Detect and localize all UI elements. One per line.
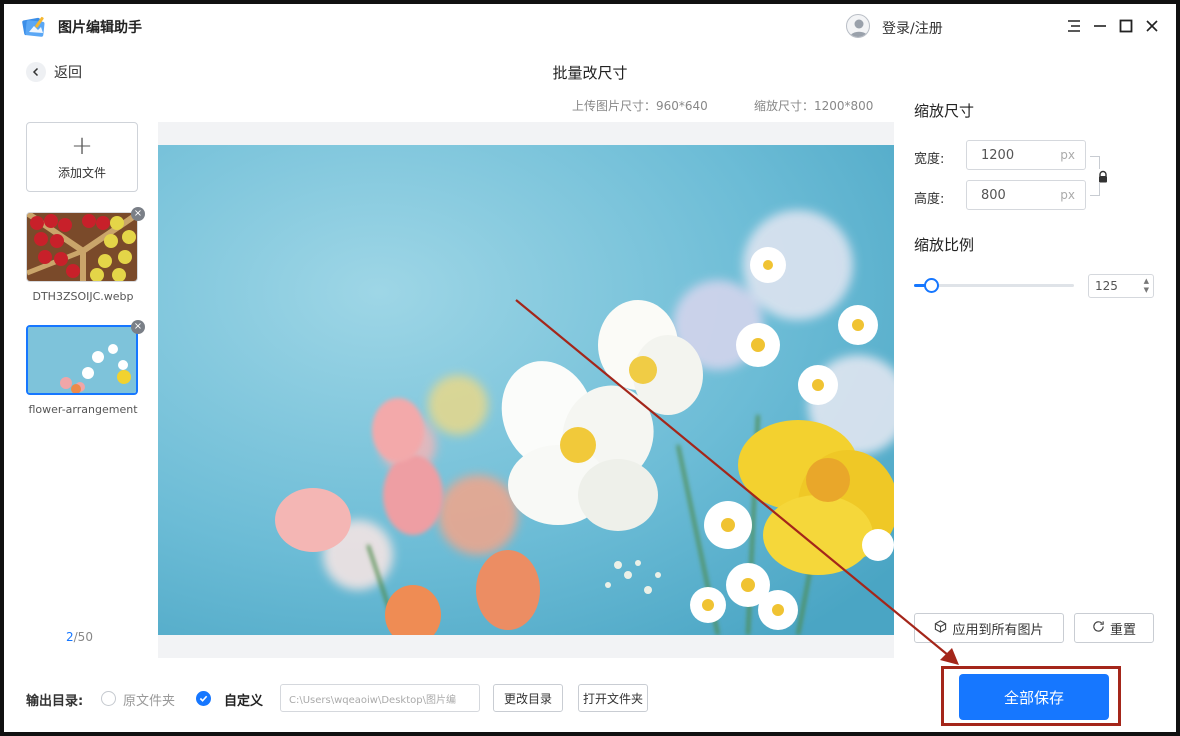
remove-file-icon[interactable]: × (131, 320, 145, 334)
scaled-size-info: 缩放尺寸：1200*800 (754, 99, 874, 113)
close-icon[interactable] (1140, 14, 1164, 38)
app-title: 图片编辑助手 (58, 20, 142, 36)
back-label: 返回 (54, 65, 82, 81)
radio-original-folder[interactable] (101, 691, 116, 706)
add-file-label: 添加文件 (57, 165, 106, 180)
custom-label[interactable]: 自定义 (224, 690, 263, 709)
app-window: 图片编辑助手 登录/注册 返回 批量改尺寸 上传图片尺寸：960*640 缩放尺… (4, 4, 1176, 732)
maximize-icon[interactable] (1114, 14, 1138, 38)
output-dir-label: 输出目录: (26, 694, 84, 709)
open-folder-button[interactable]: 打开文件夹 (578, 684, 648, 712)
output-path-input[interactable]: C:\Users\wqeaoiw\Desktop\图片编 (280, 684, 480, 712)
login-register-link[interactable]: 登录/注册 (882, 18, 943, 38)
file-name-1: DTH3ZSOIJC.webp (32, 290, 134, 303)
scale-ratio-stepper[interactable]: 125 ▲ ▼ (1088, 274, 1154, 298)
original-folder-label[interactable]: 原文件夹 (123, 690, 175, 709)
pager: 2/50 (66, 630, 93, 644)
pager-total: /50 (73, 630, 93, 644)
flowers-thumbnail-image (28, 327, 136, 393)
upload-size-info: 上传图片尺寸：960*640 (572, 99, 708, 113)
preview-image (158, 145, 894, 635)
apply-to-all-button[interactable]: 应用到所有图片 (914, 613, 1064, 643)
scale-size-title: 缩放尺寸 (914, 102, 975, 120)
add-file-button[interactable]: + 添加文件 (26, 122, 138, 192)
width-value: 1200 (981, 147, 1015, 163)
chevron-left-icon (26, 62, 46, 82)
file-thumbnail-2[interactable] (26, 325, 138, 395)
height-unit: px (1060, 188, 1075, 202)
reset-label: 重置 (1109, 622, 1136, 638)
height-value: 800 (981, 187, 1006, 203)
scale-ratio-title: 缩放比例 (914, 236, 975, 254)
page-title: 批量改尺寸 (552, 64, 628, 82)
menu-icon[interactable] (1062, 14, 1086, 38)
cube-icon (934, 619, 947, 637)
refresh-icon (1092, 620, 1105, 637)
scale-ratio-value: 125 (1095, 279, 1118, 293)
height-label: 高度: (914, 192, 945, 207)
width-input[interactable]: 1200 px (966, 140, 1086, 170)
reset-button[interactable]: 重置 (1074, 613, 1154, 643)
stepper-arrows-icon[interactable]: ▲ ▼ (1144, 277, 1149, 295)
apples-thumbnail-image (27, 213, 137, 281)
height-input[interactable]: 800 px (966, 180, 1086, 210)
remove-file-icon[interactable]: × (131, 207, 145, 221)
pager-current: 2 (66, 630, 74, 644)
scale-slider-handle[interactable] (924, 278, 939, 293)
change-dir-button[interactable]: 更改目录 (493, 684, 563, 712)
back-button[interactable]: 返回 (26, 62, 82, 82)
minimize-icon[interactable] (1088, 14, 1112, 38)
width-label: 宽度: (914, 152, 945, 167)
file-name-2: flower-arrangement (28, 403, 138, 416)
save-all-button[interactable]: 全部保存 (959, 674, 1109, 720)
file-thumbnail-1[interactable] (26, 212, 138, 282)
apply-to-all-label: 应用到所有图片 (952, 622, 1044, 638)
plus-icon: + (71, 130, 93, 161)
width-unit: px (1060, 148, 1075, 162)
radio-custom[interactable] (196, 691, 211, 706)
app-logo-icon (20, 14, 48, 38)
avatar-icon[interactable] (846, 14, 870, 38)
lock-icon[interactable] (1096, 169, 1110, 183)
